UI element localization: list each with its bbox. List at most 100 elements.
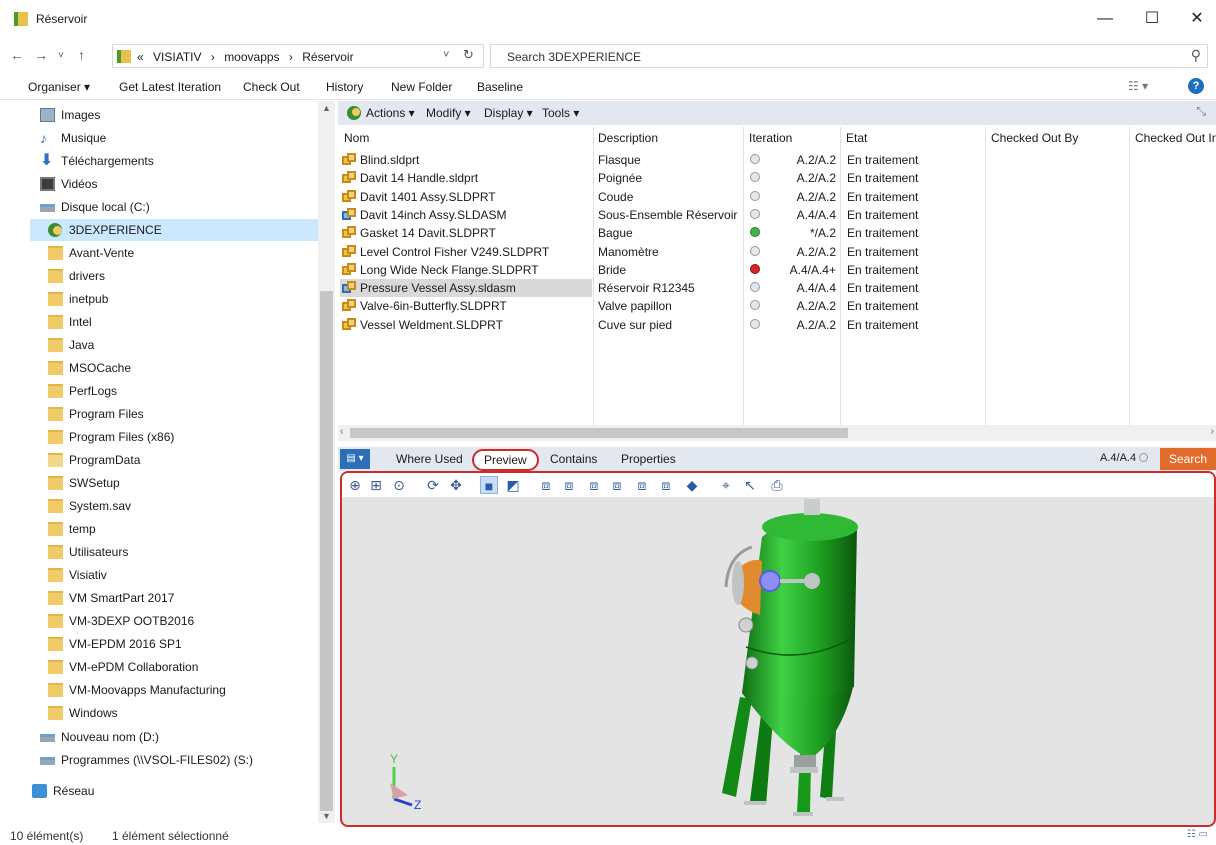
baseline-button[interactable]: Baseline	[477, 80, 523, 94]
column-header-description[interactable]: Description	[598, 131, 658, 145]
bottom-view-icon[interactable]: ◆	[683, 476, 701, 494]
breadcrumb-moovapps[interactable]: moovapps	[224, 50, 279, 64]
select-icon[interactable]: ↖	[741, 476, 759, 494]
file-row[interactable]: Gasket 14 Davit.SLDPRT Bague */A.2 En trait…	[338, 224, 1216, 242]
file-row[interactable]: Davit 1401 Assy.SLDPRT Coude A.2/A.2 En tra…	[338, 188, 1216, 206]
sidebar-item-temp[interactable]: temp	[0, 518, 318, 540]
column-header-checked-out-by[interactable]: Checked Out By	[991, 131, 1078, 145]
history-button[interactable]: History	[326, 80, 363, 94]
view-options-icon[interactable]: ☷ ▾	[1128, 79, 1148, 93]
breadcrumb-separator[interactable]: ›	[211, 50, 215, 64]
search-button[interactable]: Search	[1160, 448, 1216, 470]
sidebar-item-program-files[interactable]: Program Files	[0, 403, 318, 425]
top-view-icon[interactable]: ⧈	[657, 476, 675, 494]
actions-menu[interactable]: Actions ▾	[366, 106, 415, 120]
file-row[interactable]: Pressure Vessel Assy.sldasm Réservoir R12…	[338, 279, 1216, 298]
scroll-up-icon[interactable]: ▲	[322, 103, 331, 113]
sidebar-item-drivers[interactable]: drivers	[0, 265, 318, 287]
sidebar-item-windows[interactable]: Windows	[0, 702, 318, 724]
zoom-area-icon[interactable]: ⊞	[367, 476, 385, 494]
tab-properties[interactable]: Properties	[621, 452, 676, 466]
sidebar-item-java[interactable]: Java	[0, 334, 318, 356]
minimize-button[interactable]: —	[1090, 8, 1120, 30]
right-view-icon[interactable]: ⧈	[633, 476, 651, 494]
sidebar-item-programdata[interactable]: ProgramData	[0, 449, 318, 471]
breadcrumb-overflow[interactable]: «	[137, 50, 144, 64]
maximize-button[interactable]: ☐	[1137, 8, 1167, 30]
file-row[interactable]: Davit 14inch Assy.SLDASM Sous-Ensemble Ré…	[338, 206, 1216, 224]
sidebar-item-system-sav[interactable]: System.sav	[0, 495, 318, 517]
back-arrow-icon[interactable]: ←	[10, 47, 24, 63]
preview-viewer[interactable]: ⊕ ⊞ ⊙ ⟳ ✥ ■ ◩ ⧈ ⧈ ⧈ ⧈ ⧈ ⧈ ◆ ⌖ ↖ ⎙ Y Z	[340, 471, 1216, 827]
address-dropdown-icon[interactable]: ˅	[443, 49, 449, 61]
column-header-iteration[interactable]: Iteration	[749, 131, 792, 145]
panel-menu-button[interactable]: ▤ ▾	[340, 449, 370, 469]
column-header-name[interactable]: Nom	[344, 131, 369, 145]
sidebar-item-vm-smartpart-2017[interactable]: VM SmartPart 2017	[0, 587, 318, 609]
sidebar-item-program-files-x86[interactable]: Program Files (x86)	[0, 426, 318, 448]
column-header-checked-out-in[interactable]: Checked Out In	[1135, 131, 1216, 145]
display-menu[interactable]: Display ▾	[484, 106, 533, 120]
zoom-in-icon[interactable]: ⊕	[346, 476, 364, 494]
tools-menu[interactable]: Tools ▾	[542, 106, 579, 120]
front-view-icon[interactable]: ⧈	[560, 476, 578, 494]
sidebar-item-visiativ[interactable]: Visiativ	[0, 564, 318, 586]
sidebar-item-intel[interactable]: Intel	[0, 311, 318, 333]
scroll-right-icon[interactable]: ›	[1211, 426, 1214, 437]
sidebar-item-vm-moovapps-manufacturing[interactable]: VM-Moovapps Manufacturing	[0, 679, 318, 701]
sidebar-item-inetpub[interactable]: inetpub	[0, 288, 318, 310]
get-latest-iteration-button[interactable]: Get Latest Iteration	[119, 80, 221, 94]
new-folder-button[interactable]: New Folder	[391, 80, 452, 94]
sidebar-item-3dexperience[interactable]: 3DEXPERIENCE	[30, 219, 318, 241]
iso-view-icon[interactable]: ⧈	[537, 476, 555, 494]
sidebar-item-vid-os[interactable]: Vidéos	[0, 173, 318, 195]
sidebar-item-nouveau-nom-d[interactable]: Nouveau nom (D:)	[0, 726, 318, 748]
scrollbar-thumb[interactable]	[320, 291, 333, 811]
file-row[interactable]: Vessel Weldment.SLDPRT Cuve sur pied A.2/A…	[338, 316, 1216, 334]
breadcrumb-visiativ[interactable]: VISIATIV	[153, 50, 201, 64]
sidebar-item-musique[interactable]: ♪ Musique	[0, 127, 318, 149]
horizontal-scrollbar[interactable]: ‹ ›	[338, 425, 1216, 441]
file-row[interactable]: Long Wide Neck Flange.SLDPRT Bride A.4/A.4…	[338, 261, 1216, 279]
back-view-icon[interactable]: ⧈	[585, 476, 603, 494]
tab-preview[interactable]: Preview	[472, 449, 539, 471]
up-arrow-icon[interactable]: ↑	[78, 47, 85, 63]
sidebar-item-vm-epdm-2016-sp1[interactable]: VM-EPDM 2016 SP1	[0, 633, 318, 655]
file-row[interactable]: Davit 14 Handle.sldprt Poignée A.2/A.2 En t…	[338, 169, 1216, 187]
3d-model-view[interactable]: Y Z	[342, 497, 1214, 825]
tab-contains[interactable]: Contains	[550, 452, 597, 466]
sidebar-item-t-l-chargements[interactable]: ⬇ Téléchargements	[0, 150, 318, 172]
breadcrumb-separator[interactable]: ›	[289, 50, 293, 64]
sidebar-item-images[interactable]: Images	[0, 104, 318, 126]
scrollbar-thumb[interactable]	[350, 428, 848, 438]
help-icon[interactable]: ?	[1188, 78, 1204, 94]
shaded-edges-icon[interactable]: ◩	[504, 476, 522, 494]
sidebar-item-programmes-vsol-files02-s[interactable]: Programmes (\\VSOL-FILES02) (S:)	[0, 749, 318, 771]
rotate-icon[interactable]: ⟳	[424, 476, 442, 494]
breadcrumb-reservoir[interactable]: Réservoir	[302, 50, 353, 64]
nav-scrollbar[interactable]: ▲ ▼	[318, 101, 335, 823]
forward-arrow-icon[interactable]: →	[34, 47, 48, 63]
sidebar-item-utilisateurs[interactable]: Utilisateurs	[0, 541, 318, 563]
sidebar-item-perflogs[interactable]: PerfLogs	[0, 380, 318, 402]
organise-menu[interactable]: Organiser ▾	[28, 80, 90, 94]
sidebar-item-vm-3dexp-ootb2016[interactable]: VM-3DEXP OOTB2016	[0, 610, 318, 632]
view-toggle-icon[interactable]: ☷ ▭	[1187, 829, 1208, 840]
tab-where-used[interactable]: Where Used	[396, 452, 463, 466]
search-icon[interactable]: ⚲	[1191, 47, 1201, 64]
column-header-state[interactable]: Etat	[846, 131, 867, 145]
sidebar-item-swsetup[interactable]: SWSetup	[0, 472, 318, 494]
search-input[interactable]: Search 3DEXPERIENCE ⚲	[490, 44, 1208, 68]
sidebar-item-avant-vente[interactable]: Avant-Vente	[0, 242, 318, 264]
file-row[interactable]: Level Control Fisher V249.SLDPRT Manomètr…	[338, 243, 1216, 261]
refresh-icon[interactable]: ↻	[463, 47, 474, 63]
close-button[interactable]: ✕	[1182, 8, 1212, 30]
shaded-icon[interactable]: ■	[480, 476, 498, 494]
sidebar-item-msocache[interactable]: MSOCache	[0, 357, 318, 379]
collapse-icon[interactable]: ⤡	[1196, 104, 1206, 119]
file-row[interactable]: Blind.sldprt Flasque A.2/A.2 En traitement	[338, 151, 1216, 169]
pan-icon[interactable]: ✥	[447, 476, 465, 494]
sidebar-item-r-seau[interactable]: Réseau	[0, 780, 318, 802]
scroll-down-icon[interactable]: ▼	[322, 811, 331, 821]
measure-icon[interactable]: ⌖	[717, 476, 735, 494]
